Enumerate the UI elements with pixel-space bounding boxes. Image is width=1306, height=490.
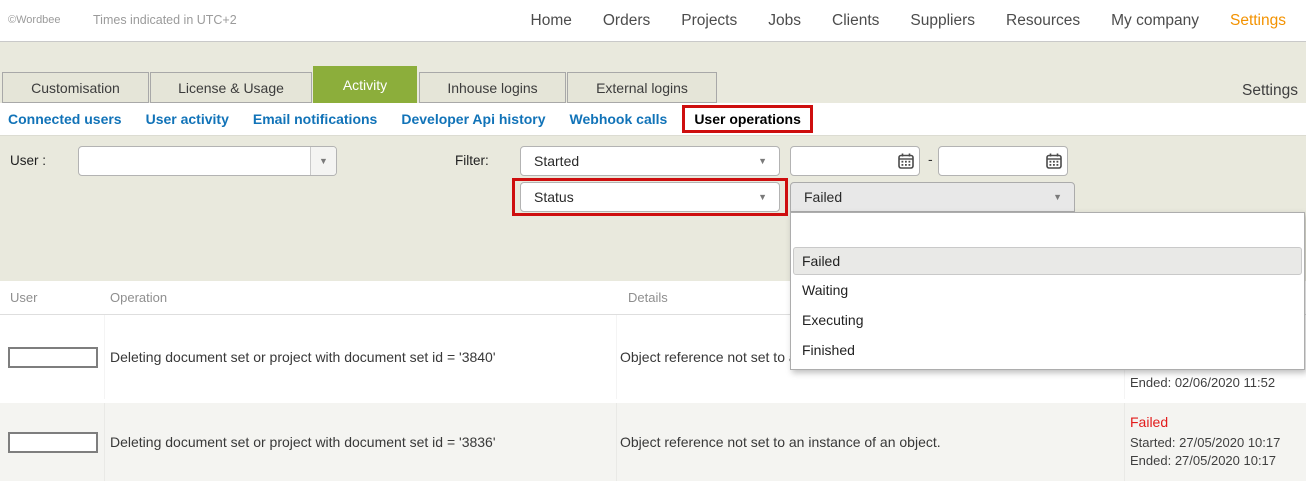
- date-field-select[interactable]: Started ▼: [520, 146, 780, 176]
- column-header-user: User: [0, 290, 105, 305]
- subnav-developer-api-history[interactable]: Developer Api history: [389, 111, 557, 127]
- user-combobox[interactable]: ▼: [78, 146, 337, 176]
- date-to-calendar-button[interactable]: [1041, 147, 1067, 175]
- date-from-input[interactable]: [791, 154, 893, 169]
- tab-inhouse-logins[interactable]: Inhouse logins: [419, 72, 566, 103]
- redacted-user-box: [8, 347, 98, 368]
- nav-item-home[interactable]: Home: [531, 12, 572, 30]
- status-cell: Failed Started: 27/05/2020 10:17 Ended: …: [1125, 403, 1306, 481]
- tab-customisation[interactable]: Customisation: [2, 72, 149, 103]
- tab-activity[interactable]: Activity: [313, 66, 417, 103]
- status-option-executing[interactable]: Executing: [791, 305, 1304, 335]
- redacted-user-box: [8, 432, 98, 453]
- activity-subnav: Connected users User activity Email noti…: [0, 103, 1306, 136]
- status-value-select[interactable]: Failed ▼: [790, 182, 1075, 212]
- date-from-field[interactable]: [790, 146, 920, 176]
- dropdown-arrow-icon: ▼: [758, 193, 767, 202]
- date-field-select-value: Started: [534, 153, 579, 169]
- operation-cell: Deleting document set or project with do…: [105, 403, 617, 481]
- wordbee-settings-screen: ©Wordbee Times indicated in UTC+2 Home O…: [0, 0, 1306, 490]
- operation-text: Deleting document set or project with do…: [110, 434, 496, 450]
- tab-license-usage[interactable]: License & Usage: [150, 72, 312, 103]
- date-to-field[interactable]: [938, 146, 1068, 176]
- status-option-finished[interactable]: Finished: [791, 335, 1304, 365]
- column-header-operation: Operation: [105, 290, 617, 305]
- subnav-email-notifications[interactable]: Email notifications: [241, 111, 389, 127]
- date-to-input[interactable]: [939, 154, 1041, 169]
- date-from-calendar-button[interactable]: [893, 147, 919, 175]
- details-text: Object reference not set to an instance …: [620, 434, 941, 450]
- main-navigation: Home Orders Projects Jobs Clients Suppli…: [531, 0, 1286, 41]
- status-field-select[interactable]: Status ▼: [520, 182, 780, 212]
- nav-item-resources[interactable]: Resources: [1006, 12, 1080, 30]
- nav-item-projects[interactable]: Projects: [681, 12, 737, 30]
- started-timestamp: Started: 27/05/2020 10:17: [1130, 434, 1280, 452]
- subnav-connected-users[interactable]: Connected users: [8, 111, 134, 127]
- user-cell: [0, 403, 105, 481]
- calendar-icon: [1045, 152, 1063, 170]
- nav-item-my-company[interactable]: My company: [1111, 12, 1199, 30]
- ended-timestamp: Ended: 02/06/2020 11:52: [1130, 374, 1275, 392]
- ended-timestamp: Ended: 27/05/2020 10:17: [1130, 452, 1276, 470]
- nav-item-clients[interactable]: Clients: [832, 12, 879, 30]
- status-option-failed[interactable]: Failed: [793, 247, 1302, 275]
- date-range-separator: -: [928, 151, 933, 167]
- nav-item-suppliers[interactable]: Suppliers: [910, 12, 975, 30]
- status-value-select-value: Failed: [804, 189, 842, 205]
- dropdown-arrow-icon: ▼: [758, 157, 767, 166]
- table-row: Deleting document set or project with do…: [0, 403, 1306, 481]
- nav-item-jobs[interactable]: Jobs: [768, 12, 801, 30]
- user-filter-label: User :: [10, 153, 46, 168]
- status-option-waiting[interactable]: Waiting: [791, 275, 1304, 305]
- dropdown-arrow-icon: ▼: [1053, 193, 1062, 202]
- operation-cell: Deleting document set or project with do…: [105, 315, 617, 399]
- timezone-note: Times indicated in UTC+2: [93, 13, 237, 27]
- status-badge: Failed: [1130, 414, 1168, 430]
- page-title: Settings: [1242, 82, 1298, 100]
- subnav-user-operations[interactable]: User operations: [682, 105, 813, 133]
- subnav-webhook-calls[interactable]: Webhook calls: [558, 111, 680, 127]
- nav-item-settings[interactable]: Settings: [1230, 12, 1286, 30]
- operation-text: Deleting document set or project with do…: [110, 349, 496, 365]
- status-dropdown-panel: Failed Waiting Executing Finished: [790, 212, 1305, 370]
- dropdown-arrow-icon: ▼: [319, 157, 328, 166]
- copyright-label: ©Wordbee: [8, 14, 61, 26]
- user-combobox-input[interactable]: [79, 147, 310, 175]
- top-bar: ©Wordbee Times indicated in UTC+2 Home O…: [0, 0, 1306, 42]
- subnav-user-activity[interactable]: User activity: [134, 111, 241, 127]
- user-combobox-button[interactable]: ▼: [310, 147, 336, 175]
- tab-external-logins[interactable]: External logins: [567, 72, 717, 103]
- nav-item-orders[interactable]: Orders: [603, 12, 650, 30]
- user-cell: [0, 315, 105, 399]
- status-option-empty[interactable]: [791, 216, 1304, 247]
- calendar-icon: [897, 152, 915, 170]
- status-field-select-value: Status: [534, 189, 574, 205]
- details-cell: Object reference not set to an instance …: [617, 403, 1125, 481]
- filter-label: Filter:: [455, 153, 489, 168]
